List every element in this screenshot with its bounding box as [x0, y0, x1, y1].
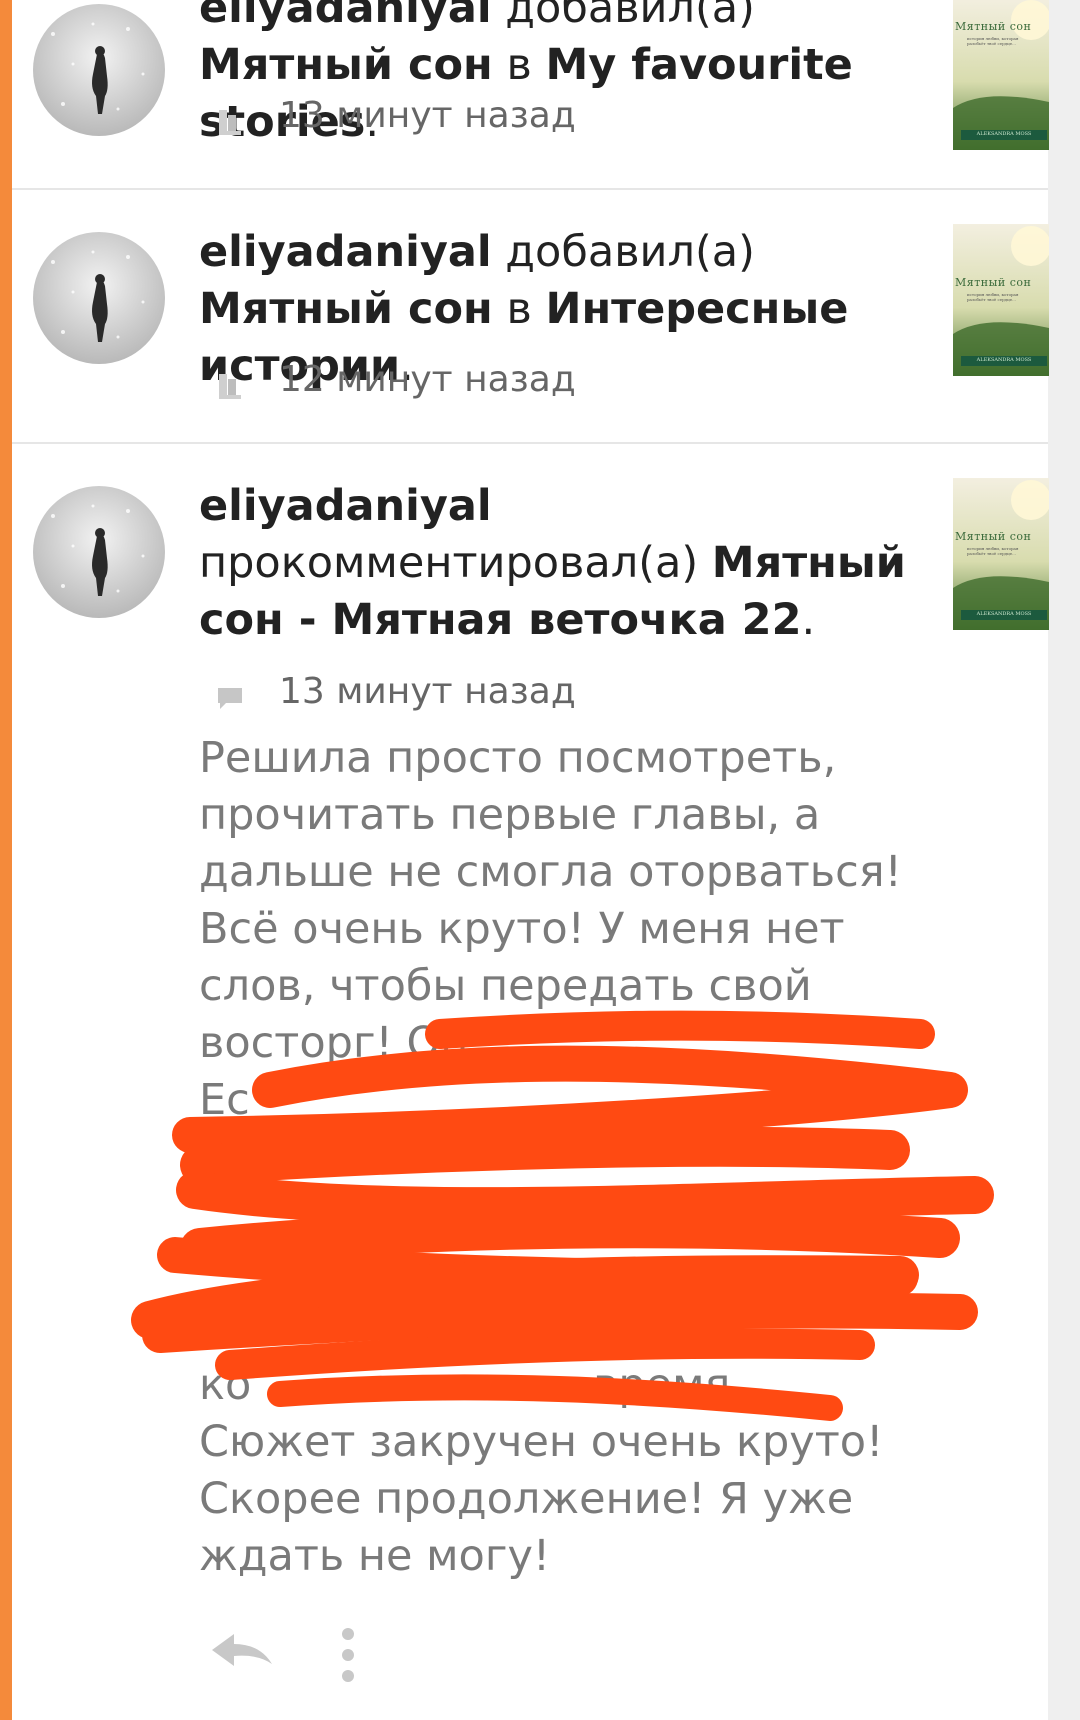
cover-title: Мятный сон — [955, 276, 1032, 289]
username-link[interactable]: eliyadaniyal — [199, 0, 492, 33]
comment-line: Ес — [199, 1075, 250, 1125]
feed-item: eliyadaniyal прокомментировал(а) Мятный … — [12, 444, 1049, 1720]
library-icon — [215, 365, 245, 399]
timestamp: 12 минут назад — [279, 359, 576, 400]
comment-line: Скорее продолжение! Я уже — [199, 1474, 854, 1524]
timestamp: 13 минут назад — [279, 671, 576, 712]
left-accent-bar — [0, 0, 12, 1720]
username-link[interactable]: eliyadaniyal — [199, 227, 492, 277]
comment-line — [199, 1129, 939, 1186]
activity-feed: eliyadaniyal добавил(а) Мятный сон в My … — [12, 0, 1049, 1720]
comment-text: Решила просто посмотреть, прочитать перв… — [199, 730, 939, 1585]
book-title-link[interactable]: Мятный сон — [199, 40, 493, 90]
avatar[interactable] — [33, 232, 165, 364]
comment-line: прочитать первые главы, а — [199, 790, 821, 840]
comment-line — [199, 1243, 939, 1300]
comment-line: слов, чтобы передать свой — [199, 961, 812, 1011]
feed-item: eliyadaniyal добавил(а) Мятный сон в Инт… — [12, 190, 1049, 440]
comment-line: восторг! Он — [199, 1018, 469, 1068]
comment-line: ко время. — [199, 1360, 745, 1410]
book-cover[interactable]: Мятный сон история любви, которая разобь… — [953, 224, 1049, 376]
more-vertical-icon — [330, 1628, 366, 1692]
comment-line — [199, 1300, 939, 1357]
cover-title: Мятный сон — [955, 530, 1032, 543]
connector-text: в — [506, 40, 532, 90]
comment-line: Решила просто посмотреть, — [199, 733, 837, 783]
library-icon — [215, 101, 245, 135]
comment-line: Всё очень круто! У меня нет — [199, 904, 845, 954]
book-cover[interactable]: Мятный сон история любви, которая разобь… — [953, 478, 1049, 630]
action-text: добавил(а) — [505, 0, 755, 33]
activity-meta: 12 минут назад — [215, 355, 576, 405]
avatar[interactable] — [33, 486, 165, 618]
action-text: прокомментировал(а) — [199, 538, 699, 588]
avatar[interactable] — [33, 4, 165, 136]
action-text: добавил(а) — [505, 227, 755, 277]
book-title-link[interactable]: Мятный сон — [199, 284, 493, 334]
right-edge-shade — [1048, 0, 1080, 1720]
cover-title: Мятный сон — [955, 20, 1032, 33]
cover-tagline: история любви, которая разобьёт твоё сер… — [967, 292, 1019, 302]
comment-line: дальше не смогла оторваться! — [199, 847, 902, 897]
comment-line: Сюжет закручен очень круто! — [199, 1417, 884, 1467]
activity-text: eliyadaniyal прокомментировал(а) Мятный … — [199, 478, 929, 649]
username-link[interactable]: eliyadaniyal — [199, 478, 929, 535]
timestamp: 13 минут назад — [279, 95, 576, 136]
comment-line — [199, 1186, 939, 1243]
book-cover[interactable]: Мятный сон история любви, которая разобь… — [953, 0, 1049, 150]
cover-tagline: история любви, которая разобьёт твоё сер… — [967, 36, 1019, 46]
comment-actions — [12, 1620, 1048, 1700]
reply-button[interactable] — [208, 1624, 278, 1684]
comment-line: ждать не могу! — [199, 1531, 551, 1581]
cover-author: ALEKSANDRA MOSS — [976, 131, 1032, 137]
activity-meta: 13 минут назад — [215, 667, 576, 717]
cover-author: ALEKSANDRA MOSS — [976, 357, 1032, 363]
more-options-button[interactable] — [330, 1624, 366, 1688]
comment-icon — [215, 677, 245, 709]
feed-item: eliyadaniyal добавил(а) Мятный сон в My … — [12, 0, 1049, 188]
cover-tagline: история любви, которая разобьёт твоё сер… — [967, 546, 1019, 556]
connector-text: в — [506, 284, 532, 334]
cover-author: ALEKSANDRA MOSS — [976, 611, 1032, 617]
activity-meta: 13 минут назад — [215, 91, 576, 141]
reply-icon — [208, 1634, 278, 1688]
